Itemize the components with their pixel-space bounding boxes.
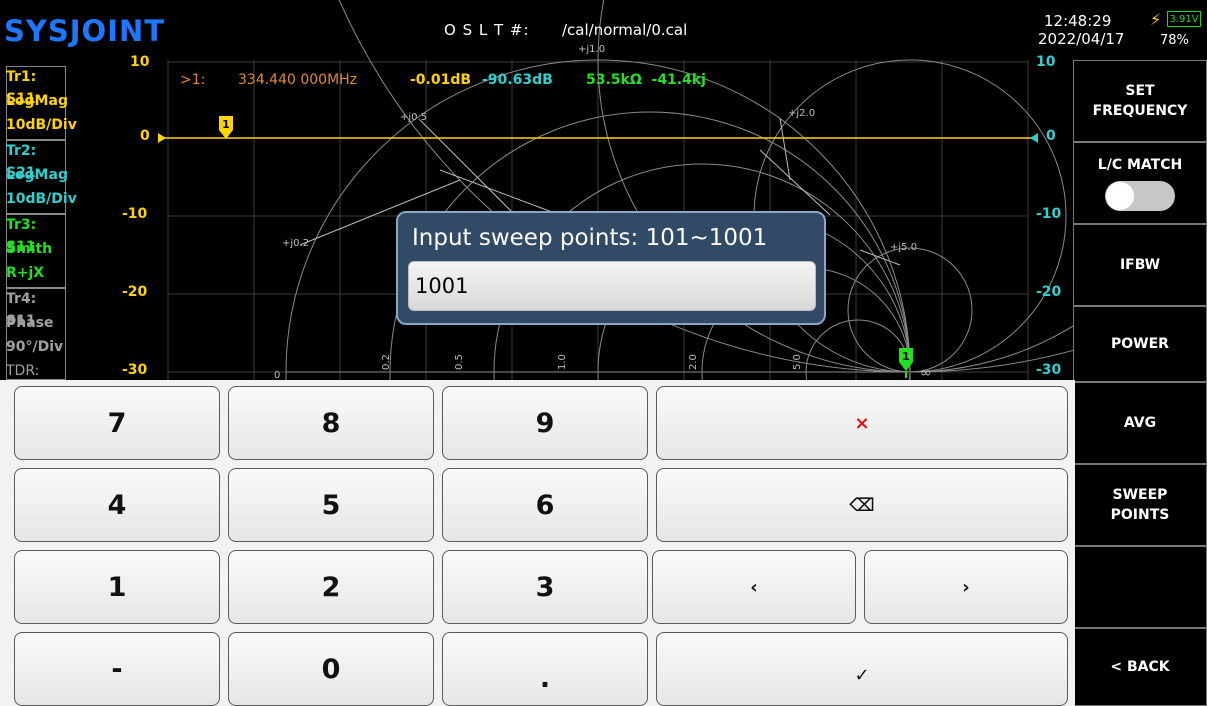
cursor-left-button[interactable]: ‹ bbox=[652, 550, 856, 624]
key-7[interactable]: 7 bbox=[14, 386, 220, 460]
sweep-points-dialog: Input sweep points: 101~1001 1001 bbox=[396, 211, 826, 325]
key-minus[interactable]: - bbox=[14, 632, 220, 706]
key-6[interactable]: 6 bbox=[442, 468, 648, 542]
sweep-points-label-2: POINTS bbox=[1110, 507, 1170, 523]
key-5[interactable]: 5 bbox=[228, 468, 434, 542]
left-axis-m10: -10 bbox=[122, 206, 148, 222]
marker-tr3-value: 53.5kΩ -41.4kj bbox=[586, 72, 706, 88]
left-axis-m20: -20 bbox=[122, 284, 148, 300]
avg-label: AVG bbox=[1123, 415, 1157, 431]
tr1-scale: 10dB/Div bbox=[6, 117, 77, 133]
set-frequency-button[interactable]: SET FREQUENCY bbox=[1073, 60, 1207, 142]
smith-label-r05: 0.5 bbox=[454, 354, 465, 370]
marker-tr1-value: -0.01dB bbox=[410, 72, 472, 88]
lc-match-toggle[interactable] bbox=[1105, 181, 1175, 211]
power-button[interactable]: POWER bbox=[1073, 306, 1207, 382]
key-1[interactable]: 1 bbox=[14, 550, 220, 624]
smith-label-r02: 0.2 bbox=[381, 354, 392, 370]
tr1-name: Tr1: S11 bbox=[6, 69, 37, 107]
smith-label-j2: +j2.0 bbox=[788, 108, 815, 119]
key-3[interactable]: 3 bbox=[442, 550, 648, 624]
tr3-name: Tr3: S11 bbox=[6, 217, 37, 255]
calibration-path: /cal/normal/0.cal bbox=[562, 21, 688, 39]
lc-match-button[interactable]: L/C MATCH bbox=[1073, 142, 1207, 224]
tr4-scale: 90°/Div bbox=[6, 339, 64, 355]
right-axis-m10: -10 bbox=[1036, 206, 1062, 222]
tr3-marker-icon: 1 bbox=[899, 348, 913, 378]
tdr-label: TDR: bbox=[6, 363, 40, 379]
back-label: < BACK bbox=[1110, 659, 1170, 675]
smith-label-j05: +j0.5 bbox=[400, 112, 427, 123]
svg-text:1: 1 bbox=[222, 118, 230, 131]
key-2[interactable]: 2 bbox=[228, 550, 434, 624]
clock-time: 12:48:29 bbox=[1044, 12, 1112, 30]
sweep-points-label-1: SWEEP bbox=[1112, 487, 1168, 503]
key-0[interactable]: 0 bbox=[228, 632, 434, 706]
clear-button[interactable]: × bbox=[656, 386, 1068, 460]
lc-match-label: L/C MATCH bbox=[1097, 157, 1183, 173]
toggle-knob bbox=[1106, 182, 1134, 210]
tr1-format: LogMag bbox=[6, 93, 68, 109]
right-axis-10: 10 bbox=[1036, 54, 1056, 70]
smith-label-r10: 1.0 bbox=[557, 354, 568, 370]
tr1-ref-arrow bbox=[158, 133, 166, 143]
back-button[interactable]: < BACK bbox=[1073, 628, 1207, 706]
tr4-name: Tr4: S11 bbox=[6, 291, 37, 329]
empty-menu-button[interactable] bbox=[1073, 546, 1207, 628]
backspace-icon: ⌫ bbox=[849, 494, 875, 516]
key-dot[interactable]: . bbox=[442, 632, 648, 706]
tr3-format: Smith bbox=[6, 241, 53, 257]
key-9[interactable]: 9 bbox=[442, 386, 648, 460]
right-axis-m30: -30 bbox=[1036, 362, 1062, 378]
set-frequency-label-2: FREQUENCY bbox=[1092, 103, 1188, 119]
ifbw-label: IFBW bbox=[1119, 257, 1161, 273]
key-8[interactable]: 8 bbox=[228, 386, 434, 460]
tr2-scale: 10dB/Div bbox=[6, 191, 77, 207]
ifbw-button[interactable]: IFBW bbox=[1073, 224, 1207, 306]
tr2-name: Tr2: S21 bbox=[6, 143, 37, 181]
tr2-ref-arrow bbox=[1030, 133, 1038, 143]
numeric-keypad: 7 8 9 × 4 5 6 ⌫ 1 2 3 ‹ › - 0 . ✓ bbox=[0, 380, 1075, 706]
battery-icon: 3.91V bbox=[1167, 11, 1201, 27]
key-4[interactable]: 4 bbox=[14, 468, 220, 542]
tr3-scale: R+jX bbox=[6, 265, 45, 281]
check-icon: ✓ bbox=[854, 664, 870, 686]
smith-label-inf: ∞ bbox=[920, 365, 932, 381]
cursor-right-button[interactable]: › bbox=[864, 550, 1068, 624]
marker-tr2-value: -90.63dB bbox=[482, 72, 553, 88]
oslt-label: O S L T #: bbox=[444, 21, 530, 39]
battery-percent: 78% bbox=[1160, 33, 1189, 48]
smith-label-j02: +j0.2 bbox=[282, 238, 309, 249]
smith-label-j1: +j1.0 bbox=[578, 44, 605, 55]
chevron-left-icon: ‹ bbox=[750, 576, 758, 598]
app-logo: SYSJOINT bbox=[4, 14, 166, 48]
sweep-points-button[interactable]: SWEEP POINTS bbox=[1073, 464, 1207, 546]
left-axis-0: 0 bbox=[140, 128, 150, 144]
power-label: POWER bbox=[1111, 336, 1169, 352]
marker-frequency: 334.440 000MHz bbox=[238, 72, 358, 88]
backspace-button[interactable]: ⌫ bbox=[656, 468, 1068, 542]
avg-button[interactable]: AVG bbox=[1073, 382, 1207, 464]
right-axis-0: 0 bbox=[1046, 128, 1056, 144]
left-axis-m30: -30 bbox=[122, 362, 148, 378]
tr2-format: LogMag bbox=[6, 167, 68, 183]
sweep-points-input[interactable]: 1001 bbox=[408, 261, 816, 311]
chevron-right-icon: › bbox=[962, 576, 970, 598]
charging-icon: ⚡ bbox=[1150, 10, 1162, 29]
dialog-title: Input sweep points: 101~1001 bbox=[412, 225, 768, 251]
clear-icon: × bbox=[854, 412, 870, 434]
smith-label-j5: +j5.0 bbox=[890, 242, 917, 253]
smith-label-r50: 5.0 bbox=[792, 354, 803, 370]
marker-id: >1: bbox=[180, 72, 206, 88]
set-frequency-label-1: SET bbox=[1125, 83, 1155, 99]
smith-label-r20: 2.0 bbox=[688, 354, 699, 370]
clock-date: 2022/04/17 bbox=[1038, 30, 1125, 48]
right-axis-m20: -20 bbox=[1036, 284, 1062, 300]
confirm-button[interactable]: ✓ bbox=[656, 632, 1068, 706]
tr4-format: Phase bbox=[6, 315, 54, 331]
left-axis-10: 10 bbox=[130, 54, 150, 70]
tr1-marker-icon: 1 bbox=[219, 116, 233, 139]
svg-text:1: 1 bbox=[902, 350, 910, 363]
